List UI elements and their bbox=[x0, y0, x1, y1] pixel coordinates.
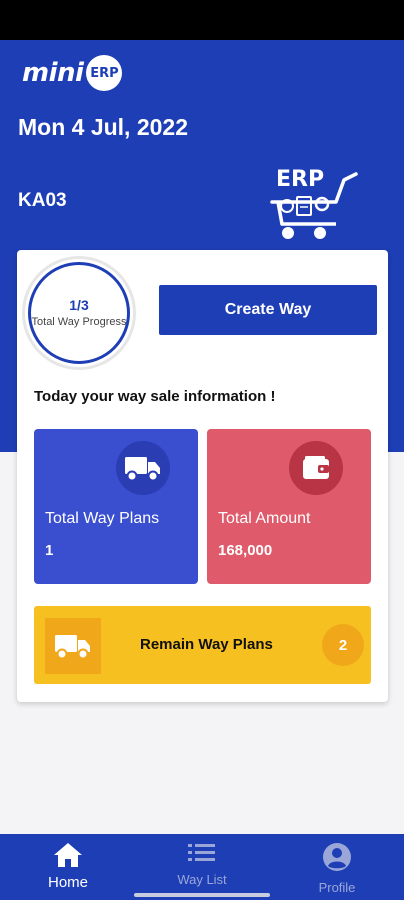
nav-item-way-list[interactable]: Way List bbox=[152, 842, 252, 887]
status-bar bbox=[0, 0, 404, 40]
home-indicator bbox=[134, 893, 270, 897]
wallet-icon bbox=[289, 441, 343, 495]
erp-cart-text: ERP bbox=[276, 167, 324, 192]
total-amount-tile[interactable]: Total Amount 168,000 bbox=[207, 429, 371, 584]
total-way-plans-value: 1 bbox=[45, 542, 54, 559]
current-date: Mon 4 Jul, 2022 bbox=[18, 114, 189, 140]
progress-value: 1/3 bbox=[69, 297, 89, 313]
logo-text: mini bbox=[22, 58, 84, 88]
nav-label-way-list: Way List bbox=[177, 872, 227, 887]
truck-icon bbox=[45, 618, 101, 674]
truck-icon bbox=[116, 441, 170, 495]
logo-badge: ERP bbox=[86, 55, 123, 91]
remain-way-plans-bar[interactable]: Remain Way Plans 2 bbox=[34, 606, 371, 684]
app-logo: mini ERP bbox=[22, 55, 123, 91]
bottom-navigation: Home Way List Profile bbox=[0, 834, 404, 900]
way-progress-indicator: 1/3 Total Way Progress bbox=[28, 262, 130, 364]
salesperson-code: KA03 bbox=[18, 190, 67, 211]
nav-item-home[interactable]: Home bbox=[18, 842, 118, 891]
sale-info-title: Today your way sale information ! bbox=[34, 388, 276, 405]
home-icon bbox=[54, 843, 82, 867]
total-amount-label: Total Amount bbox=[218, 510, 311, 527]
progress-label: Total Way Progress bbox=[31, 316, 127, 328]
total-way-plans-label: Total Way Plans bbox=[45, 510, 160, 527]
total-amount-value: 168,000 bbox=[218, 542, 273, 559]
nav-label-home: Home bbox=[47, 874, 88, 891]
total-way-plans-tile[interactable]: Total Way Plans 1 bbox=[34, 429, 198, 584]
remain-way-plans-count: 2 bbox=[322, 624, 364, 666]
create-way-button[interactable]: Create Way bbox=[159, 285, 377, 335]
erp-cart-illustration: ERP bbox=[270, 167, 358, 239]
remain-way-plans-label: Remain Way Plans bbox=[140, 636, 273, 653]
nav-label-profile: Profile bbox=[318, 880, 356, 895]
list-icon bbox=[188, 844, 215, 861]
summary-card: 1/3 Total Way Progress Create Way Today … bbox=[17, 250, 388, 702]
account-circle-icon bbox=[323, 843, 351, 871]
nav-item-profile[interactable]: Profile bbox=[287, 842, 387, 895]
